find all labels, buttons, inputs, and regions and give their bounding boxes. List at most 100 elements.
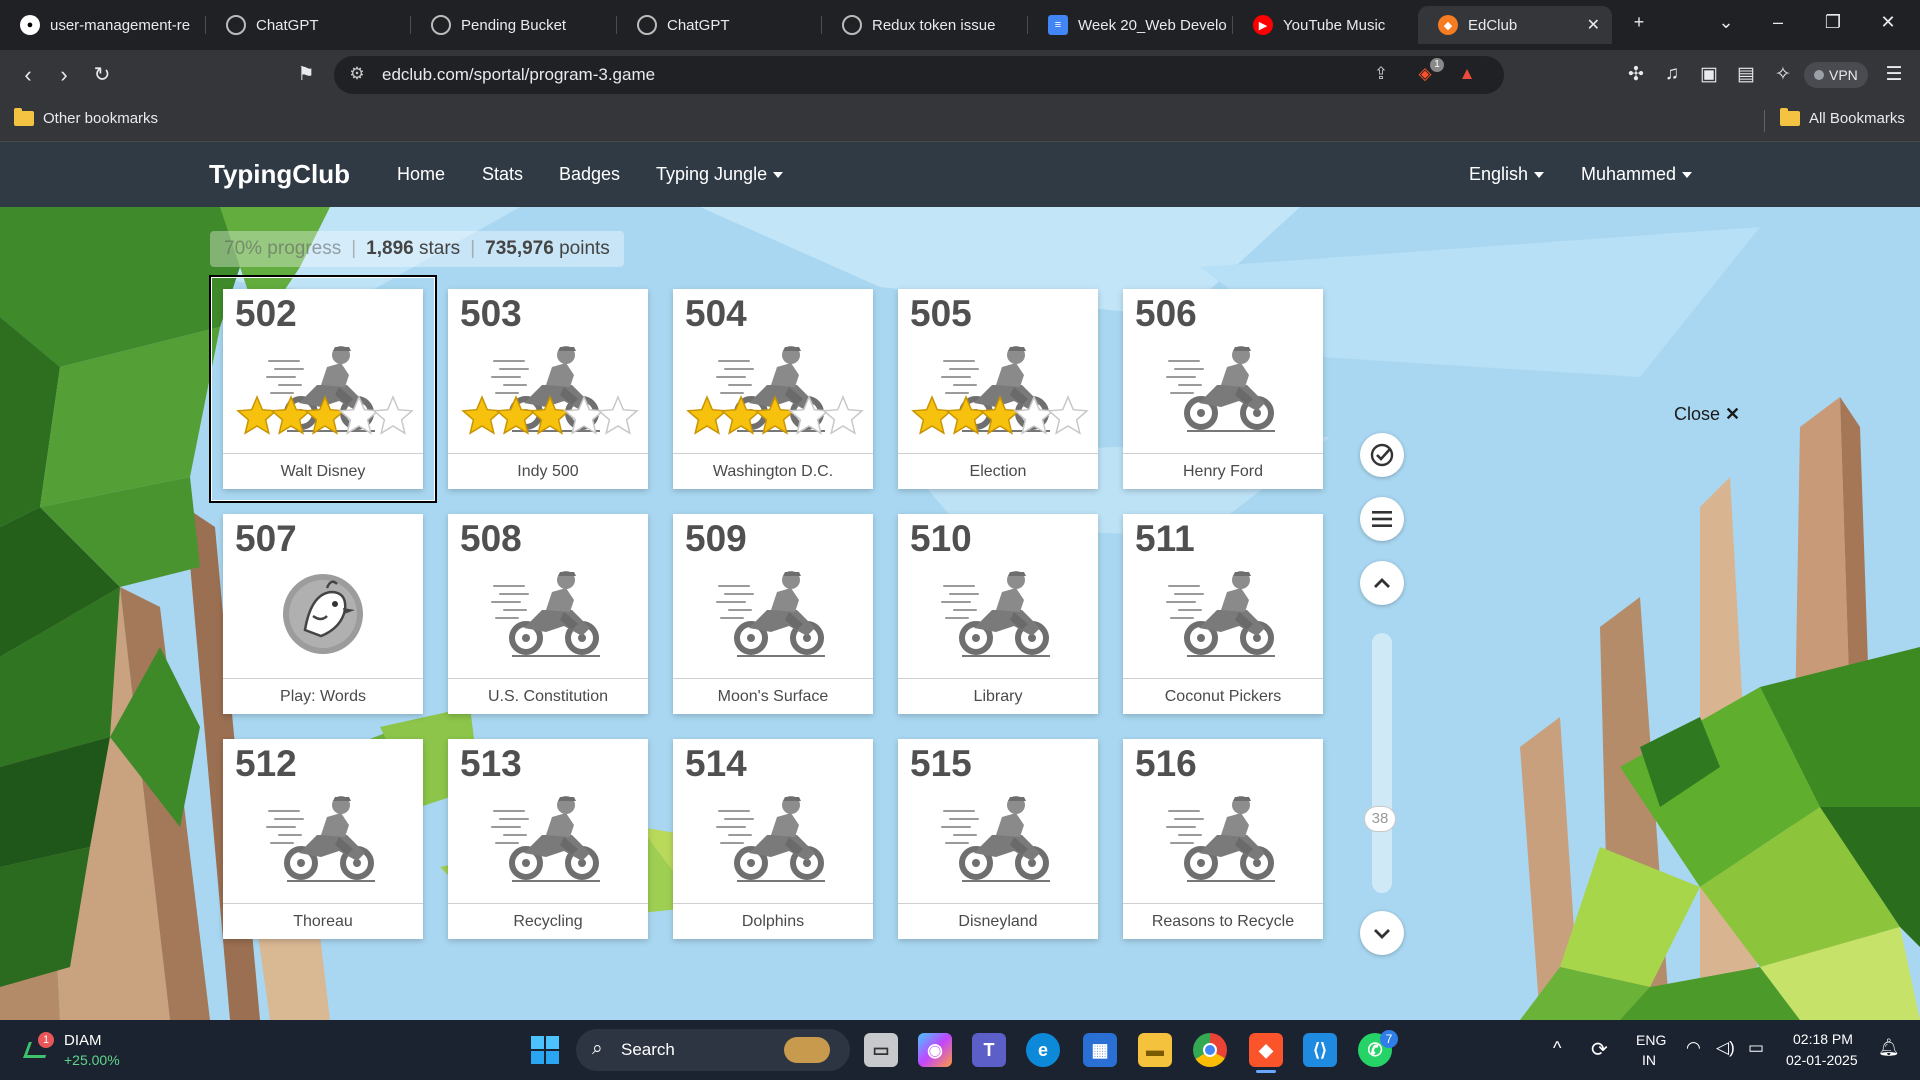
scroll-down-button[interactable]: [1360, 911, 1404, 955]
vpn-button[interactable]: VPN: [1804, 62, 1868, 88]
leo-ai-icon[interactable]: ✧: [1771, 63, 1795, 86]
microsoft-store-icon[interactable]: ▦: [1083, 1033, 1117, 1067]
lesson-number: 509: [685, 518, 747, 559]
share-icon[interactable]: ⇪: [1370, 64, 1392, 86]
lesson-card-502[interactable]: 502 Walt Disney: [209, 275, 437, 503]
menu-icon[interactable]: ☰: [1882, 63, 1906, 86]
browser-tab[interactable]: ● user-management-re: [0, 6, 206, 44]
brave-rewards-icon[interactable]: ▲: [1456, 64, 1478, 86]
folder-icon: [1780, 108, 1800, 126]
star-filled-icon: [754, 395, 796, 435]
sidebar-icon[interactable]: ▣: [1697, 63, 1721, 86]
teams-icon[interactable]: T: [972, 1033, 1006, 1067]
url-text[interactable]: edclub.com/sportal/program-3.game: [382, 65, 655, 85]
lesson-title: Library: [898, 678, 1098, 714]
lesson-card-514[interactable]: 514 Dolphins: [673, 739, 873, 939]
star-empty-icon: [338, 395, 380, 435]
volume-icon[interactable]: ◁): [1716, 1038, 1735, 1058]
github-icon: ●: [20, 15, 40, 35]
lesson-card-506[interactable]: 506 Henry Ford: [1123, 289, 1323, 489]
motorbike-rider-icon: [941, 571, 1050, 657]
scroll-track[interactable]: [1372, 633, 1392, 893]
points-word: points: [559, 238, 610, 259]
browser-tab-bar: ● user-management-re ChatGPT Pending Buc…: [0, 0, 1920, 50]
lesson-card-511[interactable]: 511 Coconut Pickers: [1123, 514, 1323, 714]
close-button[interactable]: Close ✕: [1674, 404, 1740, 425]
language-line-1[interactable]: ENG: [1636, 1032, 1666, 1048]
clock-time[interactable]: 02:18 PM: [1793, 1031, 1853, 1047]
minimize-icon[interactable]: –: [1766, 12, 1790, 33]
media-icon[interactable]: ♫: [1660, 63, 1684, 85]
browser-tab-active[interactable]: ◆ EdClub ✕: [1418, 6, 1612, 44]
other-bookmarks-folder[interactable]: Other bookmarks: [14, 108, 158, 127]
brand-logo[interactable]: TypingClub: [209, 159, 350, 190]
address-bar[interactable]: ⚙ edclub.com/sportal/program-3.game ⇪ ◈ …: [334, 56, 1504, 94]
brave-icon[interactable]: ◆: [1249, 1033, 1283, 1067]
file-explorer-icon[interactable]: ▬: [1138, 1033, 1172, 1067]
browser-tab[interactable]: Pending Bucket: [411, 6, 617, 44]
lesson-card-508[interactable]: 508 U.S. Constitution: [448, 514, 648, 714]
site-info-icon[interactable]: ⚙: [346, 64, 368, 86]
lesson-card-513[interactable]: 513 Recycling: [448, 739, 648, 939]
vscode-icon[interactable]: ⟨⟩: [1303, 1033, 1337, 1067]
stock-widget[interactable]: 1 DIAM +25.00%: [22, 1030, 132, 1072]
browser-tab[interactable]: ChatGPT: [206, 6, 411, 44]
browser-tab[interactable]: Redux token issue: [822, 6, 1028, 44]
lesson-card-512[interactable]: 512 Thoreau: [223, 739, 423, 939]
lesson-card-505[interactable]: 505 Election: [898, 289, 1098, 489]
user-dropdown[interactable]: Muhammed: [1581, 164, 1693, 185]
caret-down-icon: [773, 172, 784, 179]
nav-badges[interactable]: Badges: [559, 164, 620, 185]
menu-list-button[interactable]: [1360, 497, 1404, 541]
language-line-2[interactable]: IN: [1642, 1052, 1656, 1068]
forward-icon[interactable]: ›: [50, 62, 78, 88]
lesson-card-507[interactable]: 507 Play: Words: [223, 514, 423, 714]
scroll-up-button[interactable]: [1360, 561, 1404, 605]
chrome-icon[interactable]: [1193, 1033, 1227, 1067]
bookmark-icon[interactable]: ⚑: [292, 62, 320, 88]
lesson-card-516[interactable]: 516 Reasons to Recycle: [1123, 739, 1323, 939]
lesson-card-515[interactable]: 515 Disneyland: [898, 739, 1098, 939]
wallet-icon[interactable]: ▤: [1734, 63, 1758, 86]
lesson-number: 511: [1135, 518, 1195, 559]
windows-start-icon[interactable]: [528, 1033, 562, 1067]
back-icon[interactable]: ‹: [14, 62, 42, 88]
close-tab-icon[interactable]: ✕: [1587, 15, 1600, 35]
chevron-up-tray-icon[interactable]: ^: [1553, 1038, 1561, 1059]
vpn-label: VPN: [1829, 67, 1858, 83]
whatsapp-badge: 7: [1380, 1030, 1398, 1048]
browser-tab[interactable]: ChatGPT: [617, 6, 822, 44]
restore-icon[interactable]: ❐: [1821, 12, 1845, 33]
lesson-number: 516: [1135, 743, 1197, 784]
nav-home[interactable]: Home: [397, 164, 445, 185]
caret-down-icon: [1534, 172, 1545, 179]
scroll-thumb[interactable]: 38: [1364, 806, 1396, 832]
nav-typing-jungle[interactable]: Typing Jungle: [656, 164, 784, 185]
lesson-card-510[interactable]: 510 Library: [898, 514, 1098, 714]
lesson-card-509[interactable]: 509 Moon's Surface: [673, 514, 873, 714]
tab-search-chevron-icon[interactable]: ⌄: [1714, 12, 1738, 33]
stars-word: stars: [419, 238, 461, 259]
battery-icon[interactable]: ▭: [1748, 1038, 1764, 1058]
language-dropdown[interactable]: English: [1469, 164, 1545, 185]
clock-date[interactable]: 02-01-2025: [1786, 1052, 1858, 1068]
browser-tab[interactable]: ▶ YouTube Music: [1233, 6, 1415, 44]
lesson-card-503[interactable]: 503 Indy 500: [448, 289, 648, 489]
sync-icon[interactable]: ⟳: [1591, 1037, 1608, 1062]
all-bookmarks-folder[interactable]: All Bookmarks: [1780, 108, 1905, 127]
new-tab-icon[interactable]: +: [1627, 12, 1651, 33]
reload-icon[interactable]: ↻: [88, 62, 116, 88]
edge-icon[interactable]: e: [1026, 1033, 1060, 1067]
extensions-icon[interactable]: ✣: [1624, 63, 1648, 86]
task-view-icon[interactable]: ▭: [864, 1033, 898, 1067]
taskbar-search[interactable]: ⌕ Search: [576, 1029, 850, 1071]
check-progress-button[interactable]: [1360, 433, 1404, 477]
youtube-music-icon: ▶: [1253, 15, 1273, 35]
lesson-card-504[interactable]: 504 Washington D.C.: [673, 289, 873, 489]
nav-stats[interactable]: Stats: [482, 164, 523, 185]
notification-bell-icon[interactable]: 🔔︎: [1878, 1038, 1900, 1058]
copilot-icon[interactable]: ◉: [918, 1033, 952, 1067]
browser-tab[interactable]: ≡ Week 20_Web Develo: [1028, 6, 1233, 44]
window-close-icon[interactable]: ✕: [1876, 12, 1900, 33]
wifi-icon[interactable]: ◠: [1686, 1038, 1701, 1058]
